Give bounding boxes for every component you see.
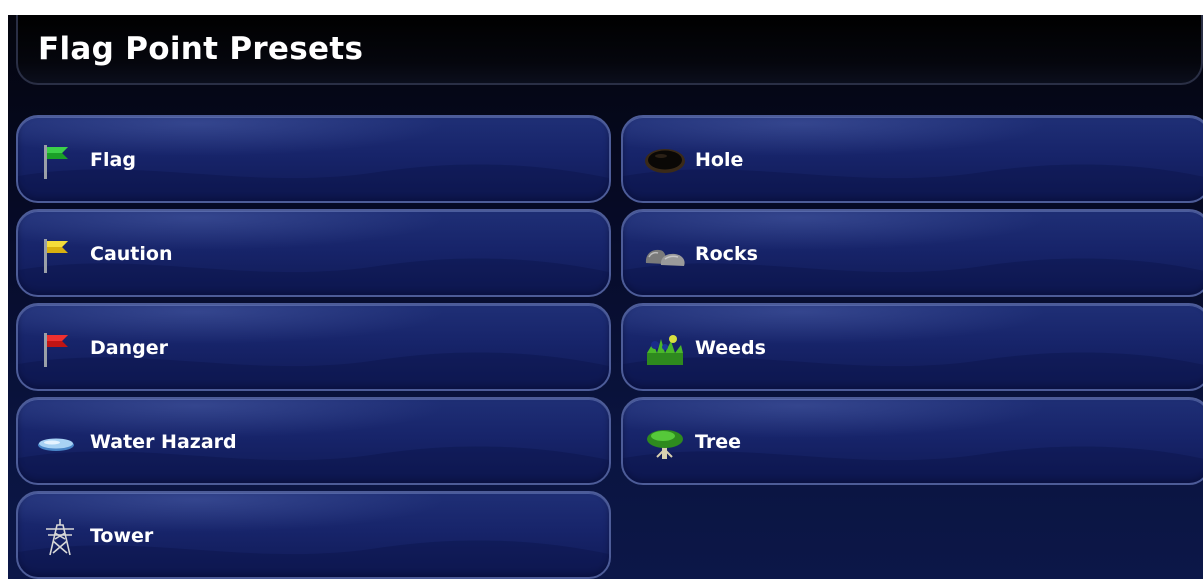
preset-button-tree[interactable]: Tree <box>621 397 1203 485</box>
preset-label: Flag <box>90 149 136 171</box>
hole-icon <box>645 149 685 173</box>
title-bar: Flag Point Presets <box>16 15 1203 85</box>
preset-label: Weeds <box>695 337 766 359</box>
red-flag-icon <box>44 333 68 367</box>
green-flag-icon <box>44 145 68 179</box>
preset-button-weeds[interactable]: Weeds <box>621 303 1203 391</box>
preset-button-water-hazard[interactable]: Water Hazard <box>16 397 611 485</box>
page-title: Flag Point Presets <box>38 31 364 67</box>
tree-icon <box>647 430 683 459</box>
rocks-icon <box>645 249 685 266</box>
preset-label: Danger <box>90 337 168 359</box>
preset-button-caution[interactable]: Caution <box>16 209 611 297</box>
flag-point-presets-screen: Flag Point Presets Flag Caution Danger W… <box>8 15 1203 579</box>
preset-label: Tree <box>695 431 742 453</box>
preset-button-danger[interactable]: Danger <box>16 303 611 391</box>
preset-label: Caution <box>90 243 173 265</box>
tower-icon <box>46 519 74 556</box>
preset-button-rocks[interactable]: Rocks <box>621 209 1203 297</box>
preset-button-hole[interactable]: Hole <box>621 115 1203 203</box>
yellow-flag-icon <box>44 239 68 273</box>
water-hazard-icon <box>38 438 74 451</box>
preset-button-flag[interactable]: Flag <box>16 115 611 203</box>
preset-button-tower[interactable]: Tower <box>16 491 611 579</box>
preset-label: Water Hazard <box>90 431 237 453</box>
preset-label: Hole <box>695 149 744 171</box>
preset-label: Tower <box>90 525 154 547</box>
preset-label: Rocks <box>695 243 758 265</box>
weeds-icon <box>647 335 683 365</box>
